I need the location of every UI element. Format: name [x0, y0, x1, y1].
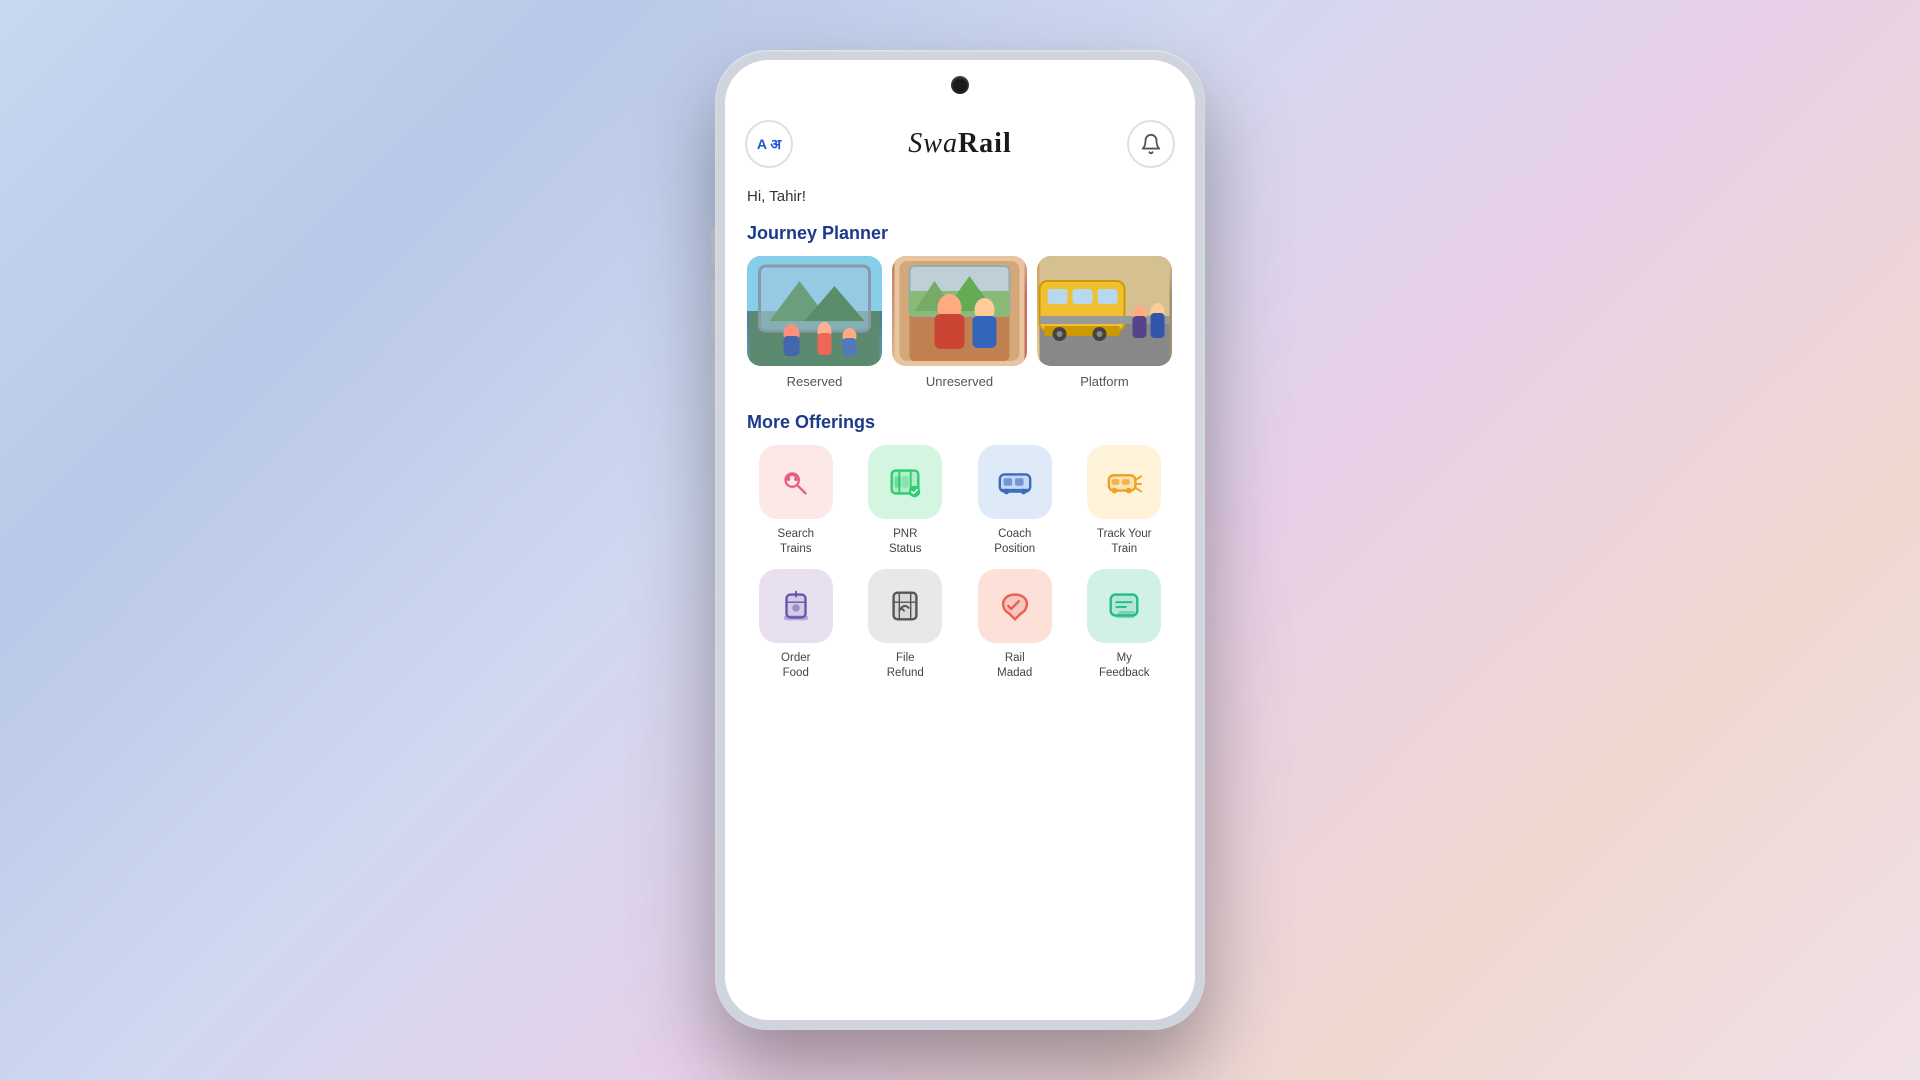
reserved-scene: [747, 256, 882, 366]
track-your-train-icon-box: [1087, 445, 1161, 519]
header: A अ SwaRail: [725, 110, 1195, 183]
file-refund-icon-box: [868, 569, 942, 643]
unreserved-card-image: [892, 256, 1027, 366]
journey-card-platform[interactable]: Platform: [1037, 256, 1172, 389]
pnr-status-icon: [886, 463, 924, 501]
phone-screen: A अ SwaRail Hi, Tahir! Journey Planner: [725, 60, 1195, 1020]
order-food-icon-box: [759, 569, 833, 643]
search-trains-icon: [777, 463, 815, 501]
app-content: A अ SwaRail Hi, Tahir! Journey Planner: [725, 110, 1195, 1020]
app-logo: SwaRail: [908, 128, 1011, 160]
platform-label: Platform: [1080, 374, 1128, 389]
my-feedback-icon-box: [1087, 569, 1161, 643]
language-toggle-button[interactable]: A अ: [745, 120, 793, 168]
journey-card-unreserved[interactable]: Unreserved: [892, 256, 1027, 389]
volume-up-button: [711, 230, 715, 265]
track-your-train-icon: [1105, 463, 1143, 501]
search-trains-label: SearchTrains: [778, 527, 814, 557]
offering-my-feedback[interactable]: MyFeedback: [1076, 569, 1174, 681]
offering-order-food[interactable]: OrderFood: [747, 569, 845, 681]
rail-madad-icon-box: [978, 569, 1052, 643]
platform-illustration: [1037, 256, 1172, 366]
bell-icon: [1140, 133, 1162, 155]
greeting-text: Hi, Tahir!: [725, 183, 1195, 223]
reserved-illustration: [747, 256, 882, 366]
rail-madad-icon: [996, 587, 1034, 625]
phone-frame: A अ SwaRail Hi, Tahir! Journey Planner: [715, 50, 1205, 1030]
volume-down-button: [711, 280, 715, 340]
reserved-card-image: [747, 256, 882, 366]
rail-madad-label: RailMadad: [997, 651, 1032, 681]
file-refund-label: FileRefund: [887, 651, 924, 681]
track-your-train-label: Track YourTrain: [1097, 527, 1152, 557]
power-button: [1205, 250, 1209, 310]
journey-planner-title: Journey Planner: [725, 223, 1195, 256]
offering-file-refund[interactable]: FileRefund: [857, 569, 955, 681]
pnr-status-label: PNRStatus: [889, 527, 922, 557]
unreserved-illustration: [892, 256, 1027, 366]
journey-card-reserved[interactable]: Reserved: [747, 256, 882, 389]
platform-card-image: [1037, 256, 1172, 366]
offering-coach-position[interactable]: CoachPosition: [966, 445, 1064, 557]
silent-button: [711, 355, 715, 415]
my-feedback-icon: [1105, 587, 1143, 625]
offering-search-trains[interactable]: SearchTrains: [747, 445, 845, 557]
pnr-status-icon-box: [868, 445, 942, 519]
front-camera: [951, 76, 969, 94]
unreserved-label: Unreserved: [926, 374, 993, 389]
offering-rail-madad[interactable]: RailMadad: [966, 569, 1064, 681]
more-offerings-title: More Offerings: [725, 397, 1195, 445]
coach-position-icon: [996, 463, 1034, 501]
my-feedback-label: MyFeedback: [1099, 651, 1150, 681]
offerings-grid: SearchTrains: [725, 445, 1195, 696]
offering-pnr-status[interactable]: PNRStatus: [857, 445, 955, 557]
journey-cards-row: Reserved: [725, 256, 1195, 397]
coach-position-label: CoachPosition: [994, 527, 1035, 557]
order-food-icon: [777, 587, 815, 625]
offering-track-your-train[interactable]: Track YourTrain: [1076, 445, 1174, 557]
coach-position-icon-box: [978, 445, 1052, 519]
notch: [725, 60, 1195, 110]
file-refund-icon: [886, 587, 924, 625]
notification-button[interactable]: [1127, 120, 1175, 168]
search-trains-icon-box: [759, 445, 833, 519]
order-food-label: OrderFood: [781, 651, 810, 681]
reserved-label: Reserved: [787, 374, 843, 389]
